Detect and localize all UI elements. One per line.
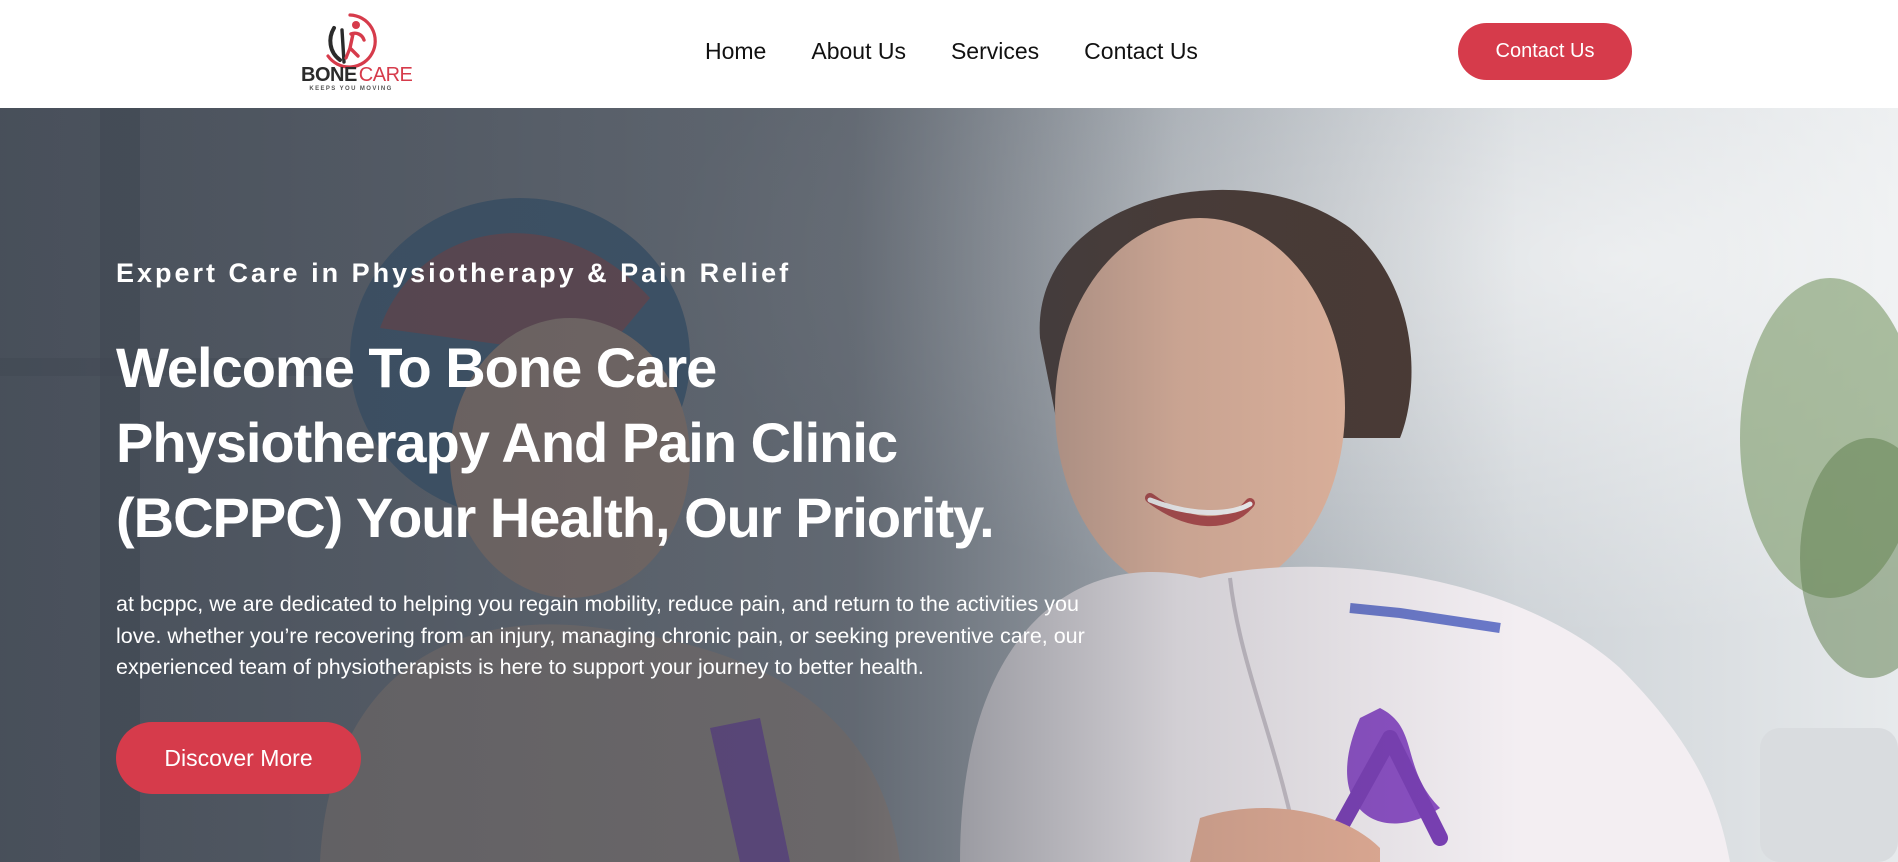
discover-more-button[interactable]: Discover More [116,722,361,794]
main-nav: Home About Us Services Contact Us [705,38,1198,64]
site-header: BONE CARE KEEPS YOU MOVING Home About Us … [0,0,1898,108]
nav-item-contact-us[interactable]: Contact Us [1084,38,1198,64]
brand-name-part1: BONE [301,64,357,86]
hero-section: Expert Care in Physiotherapy & Pain Reli… [0,108,1898,862]
header-contact-button[interactable]: Contact Us [1458,23,1632,80]
brand-name-part2: CARE [358,64,413,86]
brand-wordmark: BONE CARE [301,64,413,86]
hero-eyebrow: Expert Care in Physiotherapy & Pain Reli… [116,258,792,288]
nav-item-about-us[interactable]: About Us [811,38,906,64]
hero-intro-text: at bcppc, we are dedicated to helping yo… [116,592,1085,679]
nav-item-services[interactable]: Services [951,38,1039,64]
hero-headline: Welcome To Bone Care Physiotherapy And P… [116,336,995,549]
brand-tagline: KEEPS YOU MOVING [309,86,393,92]
brand-logo[interactable]: BONE CARE KEEPS YOU MOVING [298,12,413,92]
nav-item-home[interactable]: Home [705,38,766,64]
bone-care-logo-icon [326,13,377,69]
